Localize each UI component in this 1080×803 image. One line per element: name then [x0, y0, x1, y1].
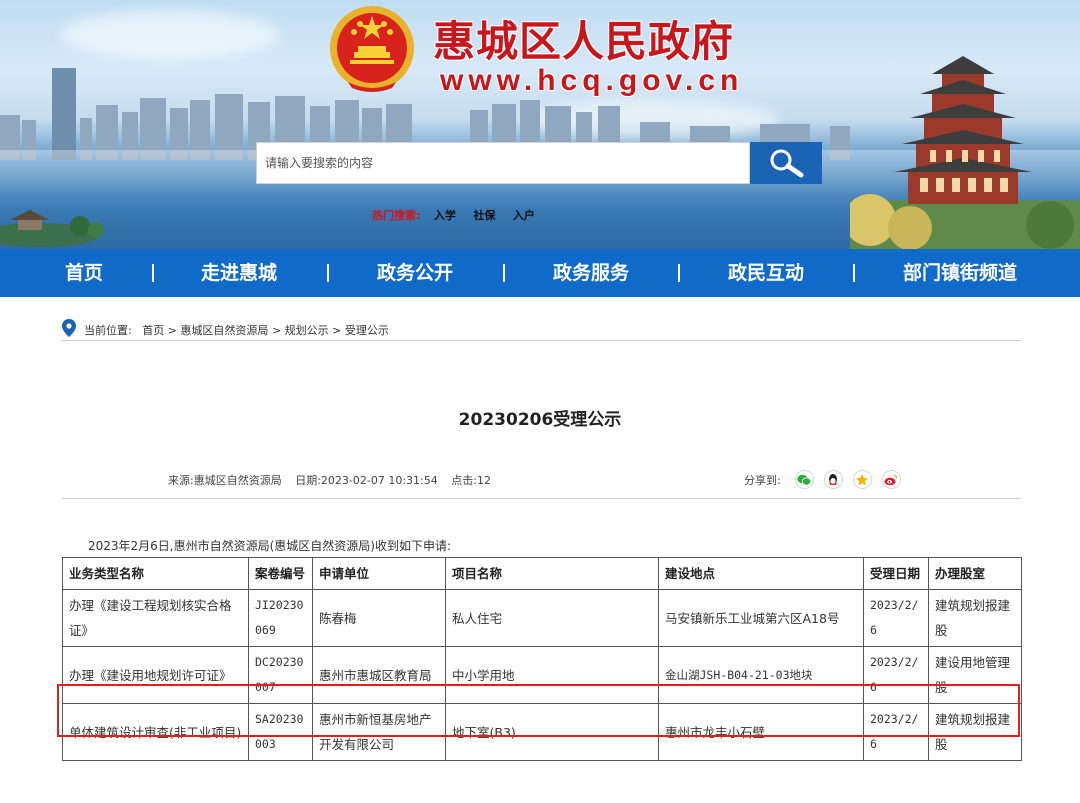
- column-header: 业务类型名称: [62, 557, 249, 590]
- table-cell: 私人住宅: [445, 589, 659, 647]
- pagoda-tower-image: [850, 56, 1080, 249]
- national-emblem-logo: [330, 6, 414, 92]
- search-button[interactable]: [750, 142, 822, 184]
- nav-item-about[interactable]: 走进惠城: [201, 249, 277, 297]
- hot-keyword-household[interactable]: 入户: [513, 209, 535, 222]
- weibo-icon[interactable]: [881, 470, 901, 489]
- banner-cloud: [60, 10, 280, 60]
- nav-divider: [853, 264, 855, 282]
- table-cell: 惠州市新恒基房地产开发有限公司: [312, 703, 446, 761]
- article-date: 日期:2023-02-07 10:31:54: [295, 474, 438, 487]
- table-cell: 惠州市龙丰小石壁: [658, 703, 864, 761]
- nav-divider: [678, 264, 680, 282]
- table-cell: SA20230003: [248, 703, 313, 761]
- table-cell: DC20230007: [248, 646, 313, 704]
- qq-icon[interactable]: [823, 470, 843, 489]
- share-label: 分享到:: [744, 473, 781, 487]
- column-header: 项目名称: [445, 557, 659, 590]
- table-cell: 陈春梅: [312, 589, 446, 647]
- table-cell: 建筑规划报建股: [928, 703, 1022, 761]
- park-pavilion-image: [0, 210, 104, 247]
- table-cell: 地下室(B3): [445, 703, 659, 761]
- table-cell: 办理《建设用地规划许可证》: [62, 646, 249, 704]
- breadcrumb-separator: >: [271, 324, 282, 337]
- nav-item-home[interactable]: 首页: [65, 249, 103, 297]
- share-bar: 分享到:: [744, 470, 911, 489]
- table-cell: 办理《建设工程规划核实合格证》: [62, 589, 249, 647]
- column-header: 办理股室: [928, 557, 1022, 590]
- qzone-icon[interactable]: [852, 470, 872, 489]
- article-source: 来源:惠城区自然资源局: [168, 474, 282, 487]
- column-header: 受理日期: [863, 557, 929, 590]
- table-header-row: 业务类型名称 案卷编号 申请单位 项目名称 建设地点 受理日期 办理股室: [62, 557, 1022, 590]
- hot-search-label: 热门搜索:: [372, 209, 421, 222]
- breadcrumb-acceptance-notice[interactable]: 受理公示: [345, 324, 389, 337]
- header-banner: 惠城区人民政府 www.hcq.gov.cn 热门搜索: 入学 社保 入户: [0, 0, 1080, 249]
- meta-divider: [62, 498, 1021, 499]
- table-row: 办理《建设用地规划许可证》 DC20230007 惠州市惠城区教育局 中小学用地…: [62, 646, 1022, 704]
- search-icon: [770, 149, 804, 178]
- table-row: 办理《建设工程规划核实合格证》 JI20230069 陈春梅 私人住宅 马安镇新…: [62, 589, 1022, 647]
- site-title: 惠城区人民政府: [433, 17, 735, 66]
- search-input[interactable]: [257, 143, 749, 183]
- nav-divider: [503, 264, 505, 282]
- breadcrumb-planning-notice[interactable]: 规划公示: [285, 324, 329, 337]
- table-row: 单体建筑设计审查(非工业项目) SA20230003 惠州市新恒基房地产开发有限…: [62, 703, 1022, 761]
- main-nav: 首页 走进惠城 政务公开 政务服务 政民互动 部门镇街频道: [0, 249, 1080, 297]
- table-cell: 马安镇新乐工业城第六区A18号: [658, 589, 864, 647]
- article-title: 20230206受理公示: [458, 410, 622, 430]
- table-cell: 建设用地管理股: [928, 646, 1022, 704]
- table-cell: JI20230069: [248, 589, 313, 647]
- table-cell: 2023/2/6: [863, 646, 929, 704]
- acceptance-table: 业务类型名称 案卷编号 申请单位 项目名称 建设地点 受理日期 办理股室 办理《…: [62, 557, 1022, 761]
- breadcrumb-natural-resources[interactable]: 惠城区自然资源局: [180, 324, 268, 337]
- breadcrumb-separator: >: [332, 324, 342, 337]
- wechat-icon[interactable]: [794, 470, 814, 489]
- article-meta: 来源:惠城区自然资源局 日期:2023-02-07 10:31:54 点击:12: [168, 472, 501, 488]
- column-header: 建设地点: [658, 557, 864, 590]
- table-cell: 建筑规划报建股: [928, 589, 1022, 647]
- breadcrumb-separator: >: [167, 324, 177, 337]
- table-cell: 单体建筑设计审查(非工业项目): [62, 703, 249, 761]
- table-cell: 2023/2/6: [863, 703, 929, 761]
- breadcrumb-label: 当前位置:: [84, 324, 132, 337]
- nav-divider: [327, 264, 329, 282]
- hot-keyword-social-security[interactable]: 社保: [473, 209, 495, 222]
- nav-item-government-info[interactable]: 政务公开: [377, 249, 453, 297]
- breadcrumb: 当前位置: 首页 > 惠城区自然资源局 > 规划公示 > 受理公示: [62, 319, 1021, 341]
- article-intro: 2023年2月6日,惠州市自然资源局(惠城区自然资源局)收到如下申请:: [88, 539, 452, 553]
- nav-divider: [152, 264, 154, 282]
- nav-item-government-services[interactable]: 政务服务: [553, 249, 629, 297]
- column-header: 申请单位: [312, 557, 446, 590]
- hot-search: 热门搜索: 入学 社保 入户: [372, 207, 549, 223]
- table-cell: 2023/2/6: [863, 589, 929, 647]
- article-clicks: 点击:12: [451, 474, 491, 487]
- table-cell: 中小学用地: [445, 646, 659, 704]
- site-url: www.hcq.gov.cn: [440, 64, 744, 97]
- location-pin-icon: [62, 319, 76, 337]
- nav-item-departments[interactable]: 部门镇街频道: [903, 249, 1017, 297]
- nav-item-interaction[interactable]: 政民互动: [728, 249, 804, 297]
- column-header: 案卷编号: [248, 557, 313, 590]
- breadcrumb-home[interactable]: 首页: [142, 324, 164, 337]
- table-cell: 惠州市惠城区教育局: [312, 646, 446, 704]
- table-cell: 金山湖JSH-B04-21-03地块: [658, 646, 864, 704]
- search-box: [256, 142, 750, 184]
- hot-keyword-enrollment[interactable]: 入学: [434, 209, 456, 222]
